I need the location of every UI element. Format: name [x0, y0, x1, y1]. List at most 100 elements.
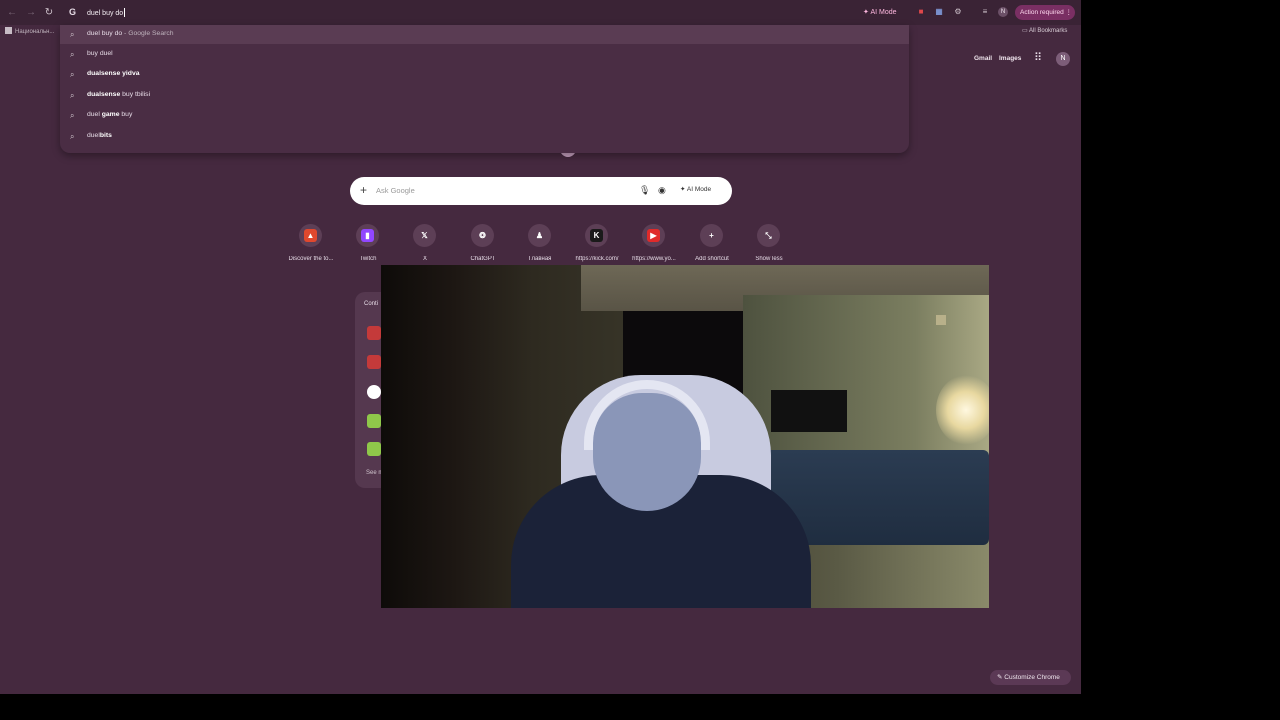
youtube-icon: ▶: [647, 229, 660, 242]
webcam-overlay: [381, 265, 989, 608]
all-bookmarks-label: All Bookmarks: [1029, 28, 1068, 34]
continue-item-icon[interactable]: [367, 355, 381, 369]
suggestion-text: duel buy do - Google Search: [87, 30, 174, 37]
shortcut-tile[interactable]: ▲ Discover the to...: [283, 224, 339, 268]
search-icon: ⌕: [70, 70, 75, 79]
customize-chrome-label: Customize Chrome: [1004, 674, 1060, 681]
bookmark-item-label: Национальн...: [15, 29, 55, 35]
suggestion-item[interactable]: ⌕ buy duel: [60, 45, 909, 64]
shortcut-label: Show less: [755, 256, 783, 262]
shortcut-label: Discover the to...: [288, 256, 334, 262]
translate-icon[interactable]: ▦: [934, 7, 944, 17]
extension-red-icon[interactable]: ■: [916, 7, 926, 17]
shortcut-tile[interactable]: ⤡ Show less: [741, 224, 797, 268]
shortcut-icon-circle: ❂: [471, 224, 494, 247]
shortcut-icon-circle: ⤡: [757, 224, 780, 247]
folder-icon: ▭: [1022, 28, 1028, 34]
shortcut-tile[interactable]: 𝕏X: [397, 224, 453, 268]
ai-mode-chip[interactable]: ✦ AI Mode: [858, 6, 902, 19]
shortcut-tile[interactable]: ♟ Главная: [512, 224, 568, 268]
google-account-avatar[interactable]: N: [1056, 52, 1070, 66]
suggestion-text: dualsense buy tbilisi: [87, 91, 151, 98]
google-favicon-icon[interactable]: [367, 385, 381, 399]
suggestion-item[interactable]: ⌕ duelbits: [60, 127, 909, 146]
microphone-icon[interactable]: 🎙: [639, 185, 650, 196]
omnibox-input[interactable]: duel buy do: [87, 8, 126, 17]
shortcut-icon-circle: ♟: [528, 224, 551, 247]
gmail-link[interactable]: Gmail: [974, 55, 992, 62]
text-caret: [124, 8, 126, 17]
x-icon: 𝕏: [421, 231, 428, 240]
lens-camera-icon[interactable]: ◉: [658, 185, 666, 196]
search-icon: ⌕: [70, 132, 75, 141]
shortcut-icon-circle: ▶: [642, 224, 665, 247]
browser-toolbar: ← → ↻ G duel buy do ✦ AI Mode ■ ▦ ⚙ ≡ N …: [0, 0, 1081, 25]
shortcut-label: Главная: [528, 256, 552, 262]
shortcut-icon-circle: ▮: [356, 224, 379, 247]
customize-chrome-button[interactable]: ✎ Customize Chrome: [990, 670, 1071, 685]
twitch-icon: ▮: [361, 229, 374, 242]
shortcut-tile[interactable]: Khttps://kick.com/: [569, 224, 625, 268]
extensions-puzzle-icon[interactable]: ⚙: [953, 7, 963, 17]
shortcut-label: https://kick.com/: [575, 256, 619, 262]
shortcut-tile[interactable]: ▶ https://www.yo...: [626, 224, 682, 268]
all-bookmarks-button[interactable]: ▭ All Bookmarks: [1022, 27, 1067, 34]
suggestion-text: dualsense yidva: [87, 70, 140, 77]
continue-item-icon[interactable]: [367, 326, 381, 340]
kick-icon: K: [590, 229, 603, 242]
action-required-button[interactable]: Action required ⋮: [1015, 5, 1075, 20]
shortcut-label: https://www.yo...: [632, 256, 676, 262]
ai-mode-button-label: AI Mode: [686, 186, 712, 193]
google-search-box[interactable]: + Ask Google 🎙 ◉ ✦ AI Mode: [350, 177, 732, 205]
shortcut-tile[interactable]: ❂ ChatGPT: [455, 224, 511, 268]
shortcut-label: Twitch: [359, 256, 377, 262]
webcam-wall-detail: [936, 315, 946, 325]
suggestion-item[interactable]: ⌕ duel game buy: [60, 106, 909, 125]
back-arrow-icon[interactable]: ←: [5, 6, 19, 20]
shortcut-icon-circle: K: [585, 224, 608, 247]
continue-item-icon[interactable]: [367, 414, 381, 428]
ai-mode-chip-label: AI Mode: [870, 9, 897, 16]
ai-mode-button[interactable]: ✦ AI Mode: [680, 185, 711, 193]
suggestion-text: buy duel: [87, 50, 113, 57]
search-icon: ⌕: [70, 91, 75, 100]
plus-icon[interactable]: +: [360, 183, 367, 197]
suggestion-item[interactable]: ⌕ duel buy do - Google Search: [60, 25, 909, 44]
search-icon: ⌕: [70, 50, 75, 59]
continue-item-icon[interactable]: [367, 442, 381, 456]
suggestion-text: duelbits: [87, 132, 112, 139]
shortcut-icon-circle: ▲: [299, 224, 322, 247]
omnibox-suggestions-dropdown: ⌕ duel buy do - Google Search ⌕ buy duel ⌕ du…: [60, 25, 909, 153]
discover-icon: ▲: [304, 229, 317, 242]
shortcut-tile[interactable]: ▮ Twitch: [340, 224, 396, 268]
google-g-icon: G: [69, 7, 77, 17]
search-icon: ⌕: [70, 111, 75, 120]
shortcut-icon-circle: 𝕏: [413, 224, 436, 247]
black-border-right: [1081, 0, 1280, 720]
continue-card-title: Conti: [364, 301, 379, 307]
action-required-label: Action required: [1020, 9, 1064, 16]
bookmark-favicon-icon: [5, 27, 12, 34]
media-controls-icon[interactable]: ≡: [980, 7, 990, 17]
profile-avatar[interactable]: N: [998, 7, 1008, 17]
black-border-bottom: [0, 694, 1081, 720]
suggestion-item[interactable]: ⌕ dualsense yidva: [60, 65, 909, 84]
shortcut-icon-circle: +: [700, 224, 723, 247]
pencil-icon: ✎: [997, 674, 1003, 681]
shortcut-label: X: [422, 256, 427, 262]
images-link[interactable]: Images: [999, 55, 1021, 62]
webcam-lamp: [936, 375, 989, 445]
more-vert-icon: ⋮: [1065, 9, 1073, 16]
bookmark-item[interactable]: Национальн...: [5, 27, 54, 35]
suggestion-item[interactable]: ⌕ dualsense buy tbilisi: [60, 86, 909, 105]
reload-icon[interactable]: ↻: [42, 6, 56, 20]
browser-window: ← → ↻ G duel buy do ✦ AI Mode ■ ▦ ⚙ ≡ N …: [0, 0, 1081, 694]
plus-icon: +: [709, 231, 714, 240]
webcam-tv: [771, 390, 847, 432]
shortcut-tile[interactable]: + Add shortcut: [684, 224, 740, 268]
forward-arrow-icon[interactable]: →: [24, 6, 38, 20]
search-input[interactable]: Ask Google: [376, 186, 415, 195]
shortcut-label: Add shortcut: [695, 256, 729, 262]
chatgpt-icon: ❂: [479, 231, 486, 240]
google-apps-icon[interactable]: ⠿: [1034, 53, 1045, 64]
